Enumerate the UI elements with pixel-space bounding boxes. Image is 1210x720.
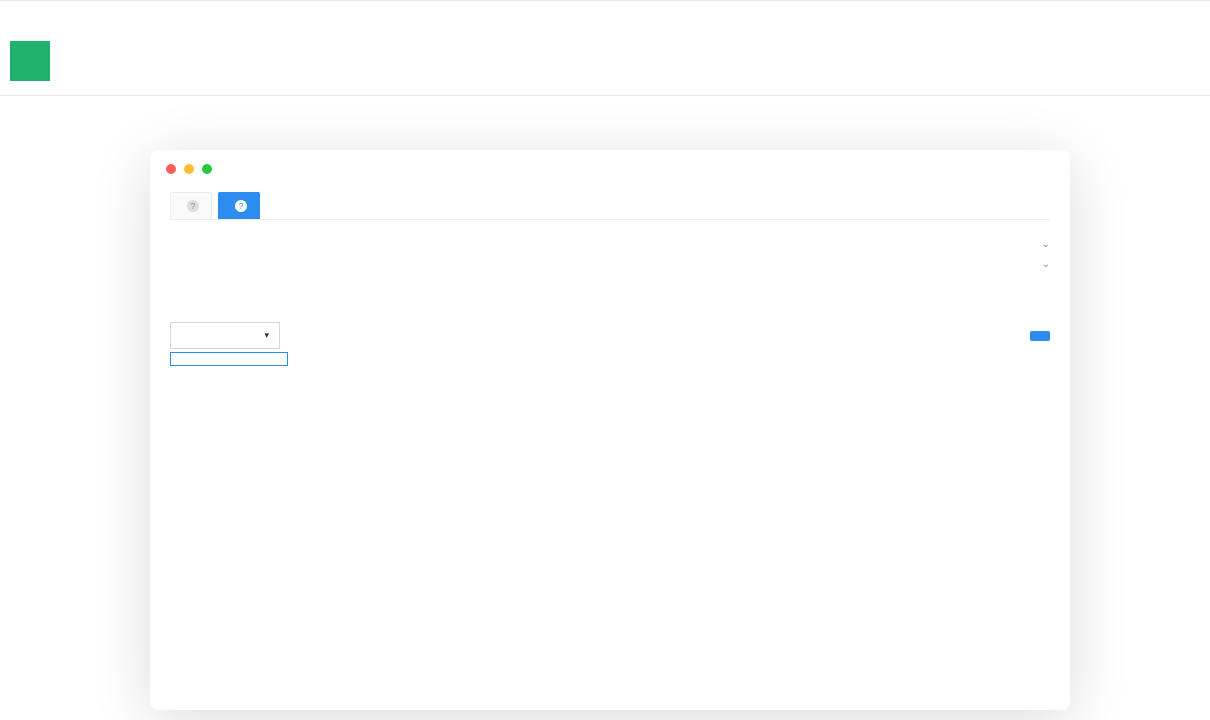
header-border [0, 95, 1210, 96]
filters-panel: ⌄ ⌄ [170, 234, 1050, 292]
close-icon[interactable] [166, 164, 176, 174]
report-tabs: ? ? [170, 192, 1050, 220]
maximize-icon[interactable] [202, 164, 212, 174]
more-link[interactable]: ⌄ [1040, 239, 1050, 250]
export-button[interactable] [1030, 331, 1050, 341]
more-link[interactable]: ⌄ [1040, 259, 1050, 270]
chevron-down-icon: ⌄ [1042, 239, 1050, 250]
caret-down-icon: ▾ [264, 330, 269, 341]
window-controls [150, 150, 1070, 184]
help-icon[interactable]: ? [187, 200, 199, 212]
column-selector-button[interactable]: ▾ [170, 322, 280, 349]
help-icon[interactable]: ? [235, 200, 247, 212]
tab-account-report[interactable]: ? [170, 192, 212, 219]
tab-keyword-report[interactable]: ? [218, 192, 260, 219]
minimize-icon[interactable] [184, 164, 194, 174]
header-accent-block [10, 41, 50, 81]
table-toolbar: ▾ [170, 322, 1050, 349]
app-window: ? ? ⌄ [150, 150, 1070, 710]
chevron-down-icon: ⌄ [1042, 259, 1050, 270]
top-rule [0, 0, 1210, 1]
column-selector-panel [170, 352, 288, 366]
content-area: ? ? ⌄ [150, 184, 1070, 365]
page-header [0, 41, 1210, 81]
